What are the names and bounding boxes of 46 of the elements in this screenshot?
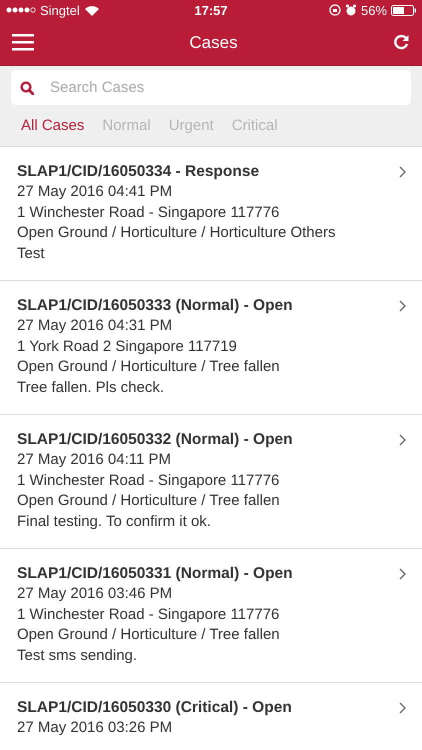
- case-title: SLAP1/CID/16050334 - Response: [17, 162, 260, 182]
- case-row[interactable]: SLAP1/CID/16050334 - Response 27 May 2016 04:41 PM 1 Winchester Road - Singapore 117776 Open Ground / Horticulture / Horticulture Others Test: [0, 147, 422, 281]
- signal-icon: [6, 6, 36, 14]
- menu-icon: [12, 34, 34, 51]
- refresh-icon: [393, 34, 410, 51]
- case-note: Test: [17, 244, 46, 264]
- filter-tab[interactable]: All Cases: [21, 117, 84, 134]
- case-title: SLAP1/CID/16050330 (Critical) - Open: [17, 698, 293, 718]
- rotation-lock-icon: [328, 4, 341, 16]
- case-row[interactable]: SLAP1/CID/16050330 (Critical) - Open 27 May 2016 03:26 PM: [0, 683, 422, 738]
- chevron-right-icon: [399, 434, 406, 446]
- case-date: 27 May 2016 04:31 PM: [17, 316, 174, 336]
- case-address: 1 Winchester Road - Singapore 117776: [17, 470, 280, 490]
- chevron-right-icon: [399, 568, 406, 580]
- case-date: 27 May 2016 04:41 PM: [17, 182, 174, 202]
- battery-percentage: 56%: [360, 2, 387, 18]
- wifi-icon: [84, 4, 100, 16]
- case-note: Tree fallen. Pls check.: [17, 378, 166, 398]
- search-field[interactable]: Search Cases: [11, 70, 411, 105]
- case-address: 1 Winchester Road - Singapore 117776: [17, 604, 280, 624]
- menu-button[interactable]: [10, 32, 36, 53]
- case-category: Open Ground / Horticulture / Tree fallen: [17, 491, 281, 511]
- case-address: 1 York Road 2 Singapore 117719: [17, 336, 238, 356]
- case-row[interactable]: SLAP1/CID/16050333 (Normal) - Open 27 May 2016 04:31 PM 1 York Road 2 Singapore 117719 Open Ground / Horticulture / Tree fallen Tree fallen. Pls check.: [0, 281, 422, 415]
- case-title: SLAP1/CID/16050332 (Normal) - Open: [17, 430, 294, 450]
- case-category: Open Ground / Horticulture / Tree fallen: [17, 357, 281, 377]
- battery-icon: [391, 4, 416, 16]
- case-row[interactable]: SLAP1/CID/16050331 (Normal) - Open 27 May 2016 03:46 PM 1 Winchester Road - Singapore 117776 Open Ground / Horticulture / Tree fallen Test sms sending.: [0, 549, 422, 683]
- clock-time: 17:57: [194, 2, 228, 18]
- case-note: Test sms sending.: [17, 646, 138, 666]
- case-date: 27 May 2016 03:46 PM: [17, 584, 174, 604]
- case-category: Open Ground / Horticulture / Horticulture Others: [17, 223, 336, 243]
- chevron-right-icon: [399, 702, 406, 714]
- chevron-right-icon: [399, 300, 406, 312]
- case-category: Open Ground / Horticulture / Tree fallen: [17, 625, 281, 645]
- case-title: SLAP1/CID/16050331 (Normal) - Open: [17, 564, 294, 584]
- case-row[interactable]: SLAP1/CID/16050332 (Normal) - Open 27 May 2016 04:11 PM 1 Winchester Road - Singapore 117776 Open Ground / Horticulture / Tree fallen Final testing. To confirm it ok.: [0, 415, 422, 549]
- case-date: 27 May 2016 03:26 PM: [17, 718, 174, 738]
- carrier-name: Singtel: [40, 2, 80, 18]
- chevron-right-icon: [399, 166, 406, 178]
- case-date: 27 May 2016 04:11 PM: [17, 450, 172, 470]
- alarm-clock-icon: [344, 4, 357, 16]
- screen-title: Cases: [189, 32, 238, 52]
- case-address: 1 Winchester Road - Singapore 117776: [17, 202, 280, 222]
- case-note: Final testing. To confirm it ok.: [17, 512, 212, 532]
- case-title: SLAP1/CID/16050333 (Normal) - Open: [17, 296, 294, 316]
